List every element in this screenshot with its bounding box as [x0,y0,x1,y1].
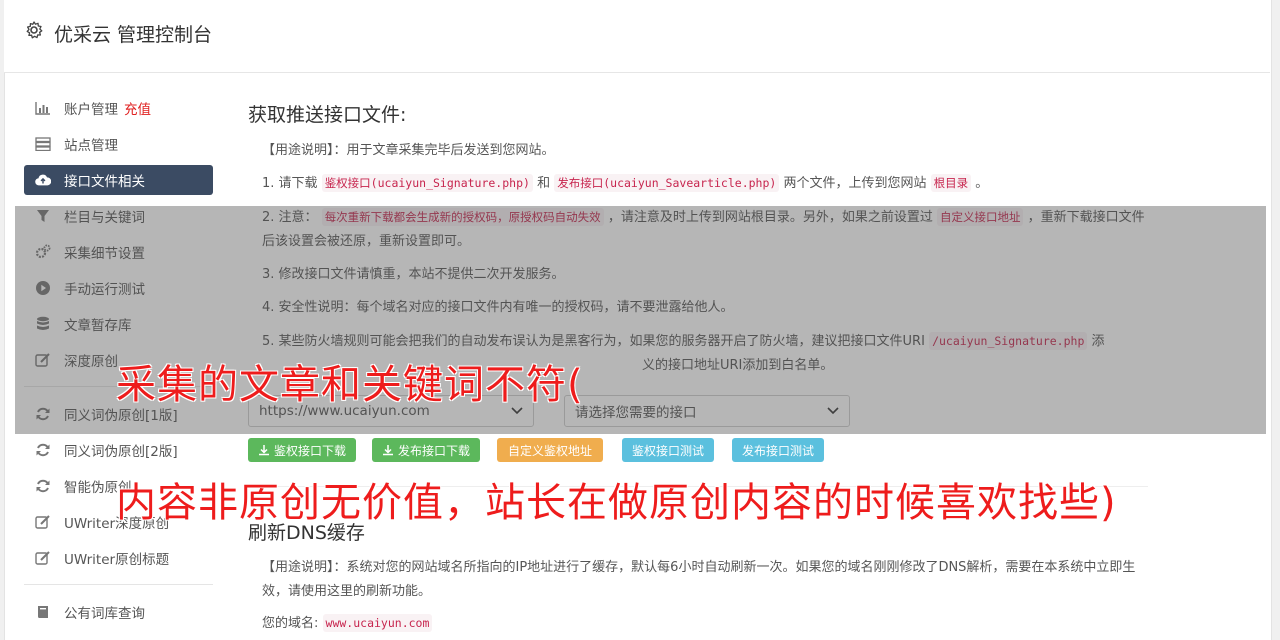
sidebar-item-label: 账户管理 [64,102,118,118]
sidebar-item-label: 手动运行测试 [64,282,145,298]
server-icon [35,136,51,152]
sidebar-item-label: 栏目与关键词 [64,210,145,226]
text: 1. 请下载 [262,176,318,191]
custom-auth-url-button[interactable]: 自定义鉴权地址 [497,438,603,462]
section-title-get-api: 获取推送接口文件: [248,104,407,126]
text: 义的接口地址URI添加到白名单。 [642,358,834,373]
text: 两个文件，上传到您网站 [783,176,927,191]
sidebar-item-synonym-v2[interactable]: 同义词伪原创[2版] [24,435,213,465]
sidebar-item-collect-settings[interactable]: 采集细节设置 [24,237,213,267]
sidebar-item-uwriter-title[interactable]: UWriter原创标题 [24,543,213,573]
domain-label: 您的域名: [262,616,319,631]
instruction-4: 4. 安全性说明：每个域名对应的接口文件内有唯一的授权码，请不要泄露给他人。 [262,300,734,315]
sidebar-item-columns-keywords[interactable]: 栏目与关键词 [24,201,213,231]
signature-test-button[interactable]: 鉴权接口测试 [622,438,714,462]
sidebar-item-label: 文章暂存库 [64,318,132,334]
text: 添 [1091,334,1105,349]
instruction-3: 3. 修改接口文件请慎重，本站不提供二次开发服务。 [262,267,565,282]
main-content: 获取推送接口文件: 【用途说明】：用于文章采集完毕后发送到您网站。 1. 请下载… [248,100,1148,378]
sidebar-item-sites[interactable]: 站点管理 [24,129,213,159]
publish-download-button[interactable]: 发布接口下载 [372,438,480,462]
sidebar-divider [24,584,213,585]
sidebar-item-api-files[interactable]: 接口文件相关 [24,165,213,195]
domain-row: 您的域名: www.ucaiyun.com [262,611,433,636]
text: 2. 注意： [262,210,318,225]
button-label: 发布接口测试 [741,443,814,458]
sidebar-item-account[interactable]: 账户管理 充值 [24,93,213,123]
play-circle-icon [35,280,51,296]
dns-usage-note: 【用途说明】：系统对您的网站域名所指向的IP地址进行了缓存，默认每6小时自动刷新… [262,560,1136,599]
sidebar-item-label: 采集细节设置 [64,246,145,262]
caption-line-2: 内容非原创无价值，站长在做原创内容的时候喜欢找些) [116,480,1117,526]
bar-chart-icon [35,100,51,116]
usage-note: 【用途说明】：用于文章采集完毕后发送到您网站。 [262,143,555,158]
sidebar-item-label: 公有词库查询 [64,606,145,622]
sidebar-item-label: 接口文件相关 [64,174,145,190]
sidebar-item-label: UWriter原创标题 [64,552,170,568]
button-label: 发布接口下载 [397,443,470,458]
chevron-down-icon [827,407,839,415]
text: 5. 某些防火墙规则可能会把我们的自动发布误认为是黑客行为，如果您的服务器开启了… [262,334,925,349]
text: 和 [537,176,551,191]
publish-test-button[interactable]: 发布接口测试 [732,438,824,462]
publish-api-link[interactable]: 发布接口(ucaiyun_Savearticle.php) [554,174,780,192]
sidebar-item-public-lexicon[interactable]: 公有词库查询 [24,597,213,627]
edit-icon [35,514,51,530]
domain-value: www.ucaiyun.com [322,614,433,632]
sidebar-item-article-store[interactable]: 文章暂存库 [24,309,213,339]
sidebar-item-label: 站点管理 [64,138,118,154]
sidebar-item-manual-run[interactable]: 手动运行测试 [24,273,213,303]
gear-icon [26,21,43,39]
edit-icon [35,550,51,566]
top-header: 优采云 管理控制台 [4,0,1270,73]
filter-icon [35,208,51,224]
button-label: 鉴权接口测试 [631,443,704,458]
signature-uri-code: /ucaiyun_Signature.php [929,332,1088,350]
download-icon [382,445,393,456]
signature-api-link[interactable]: 鉴权接口(ucaiyun_Signature.php) [321,174,533,192]
text: ，请注意及时上传到网站根目录。另外，如果之前设置过 [607,210,933,225]
caption-line-1: 采集的文章和关键词不符( [116,362,584,408]
refresh-icon [35,478,51,494]
button-label: 鉴权接口下载 [273,443,346,458]
api-select-value: 请选择您需要的接口 [575,405,697,421]
signature-download-button[interactable]: 鉴权接口下载 [248,438,356,462]
instruction-2: 2. 注意： 每次重新下载都会生成新的授权码，原授权码自动失效 ，请注意及时上传… [262,205,1148,254]
api-select[interactable]: 请选择您需要的接口 [564,395,850,427]
sidebar-item-label: 同义词伪原创[2版] [64,444,178,460]
sidebar-item-label: 深度原创 [64,354,118,370]
book-icon [35,604,51,620]
refresh-icon [35,442,51,458]
edit-icon [35,352,51,368]
download-icon [258,445,269,456]
custom-api-code: 自定义接口地址 [936,208,1024,226]
warning-code: 每次重新下载都会生成新的授权码，原授权码自动失效 [321,208,604,226]
database-icon [35,316,51,332]
root-dir-code: 根目录 [930,174,972,192]
cloud-upload-icon [35,172,51,188]
text: 。 [975,176,989,191]
button-label: 自定义鉴权地址 [507,443,592,458]
cogs-icon [35,244,51,260]
recharge-link[interactable]: 充值 [124,98,151,118]
app-title: 优采云 管理控制台 [54,24,213,46]
instruction-1: 1. 请下载 鉴权接口(ucaiyun_Signature.php) 和 发布接… [262,171,1148,196]
refresh-icon [35,406,51,422]
